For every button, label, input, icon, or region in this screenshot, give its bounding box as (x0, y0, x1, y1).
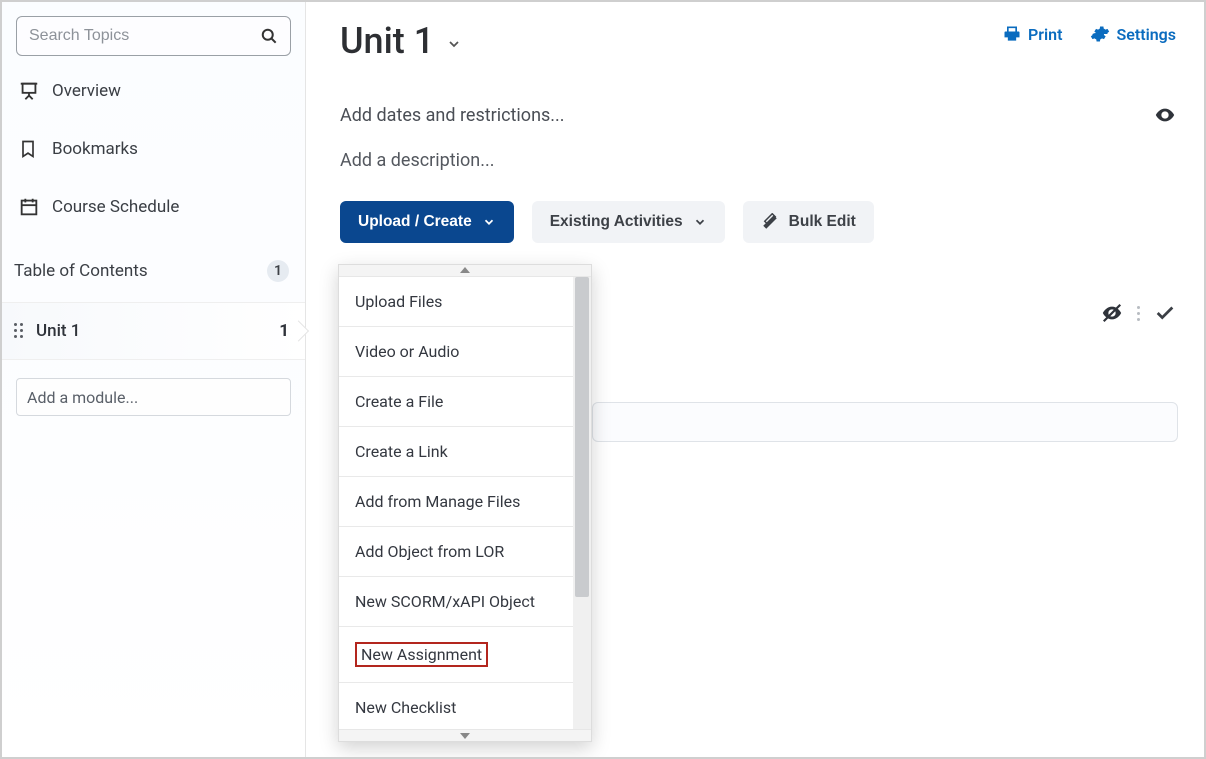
dropdown-item-manage-files[interactable]: Add from Manage Files (339, 477, 573, 527)
more-options-icon[interactable] (1137, 306, 1140, 321)
settings-label: Settings (1116, 25, 1176, 44)
settings-button[interactable]: Settings (1090, 24, 1176, 44)
unit-label: Unit 1 (36, 321, 80, 341)
search-icon (258, 26, 280, 46)
calendar-icon (18, 196, 52, 218)
bulk-edit-button[interactable]: Bulk Edit (743, 201, 874, 243)
sidebar: Overview Bookmarks Course Schedule Table… (2, 2, 306, 757)
search-input[interactable] (27, 26, 258, 46)
sidebar-item-overview[interactable]: Overview (2, 62, 305, 120)
existing-activities-label: Existing Activities (550, 213, 683, 231)
content-toolbar: Upload / Create Existing Activities Bulk… (340, 201, 1176, 243)
dropdown-item-upload-files[interactable]: Upload Files (339, 277, 573, 327)
search-box[interactable] (16, 16, 291, 56)
schedule-label: Course Schedule (52, 197, 179, 217)
highlight-box: New Assignment (355, 642, 488, 667)
toc-label: Table of Contents (14, 261, 148, 281)
dropdown-item-video-audio[interactable]: Video or Audio (339, 327, 573, 377)
dropdown-scrollbar[interactable] (573, 277, 591, 729)
scrollbar-thumb[interactable] (575, 277, 589, 597)
dropdown-item-lor[interactable]: Add Object from LOR (339, 527, 573, 577)
dropdown-item-create-link[interactable]: Create a Link (339, 427, 573, 477)
dropdown-item-create-file[interactable]: Create a File (339, 377, 573, 427)
add-module-placeholder: Add a module... (27, 388, 138, 407)
bulk-edit-icon (761, 213, 779, 231)
unit-count: 1 (279, 321, 289, 341)
chevron-down-icon (482, 215, 496, 229)
dropdown-scroll-up[interactable] (339, 265, 591, 277)
existing-activities-button[interactable]: Existing Activities (532, 201, 725, 243)
drag-handle-icon[interactable] (14, 323, 24, 339)
sidebar-item-unit1[interactable]: Unit 1 1 (2, 303, 305, 360)
dropdown-item-new-assignment[interactable]: New Assignment (339, 627, 573, 683)
gear-icon (1090, 24, 1110, 44)
sidebar-item-toc[interactable]: Table of Contents 1 (2, 240, 305, 303)
upload-create-label: Upload / Create (358, 213, 472, 231)
visibility-eye-icon[interactable] (1154, 104, 1176, 126)
add-dates-link[interactable]: Add dates and restrictions... (340, 105, 565, 126)
sidebar-item-schedule[interactable]: Course Schedule (2, 178, 305, 236)
upload-create-dropdown: Upload Files Video or Audio Create a Fil… (338, 264, 592, 742)
sidebar-item-bookmarks[interactable]: Bookmarks (2, 120, 305, 178)
app-frame: Overview Bookmarks Course Schedule Table… (0, 0, 1206, 759)
dropdown-scroll-down[interactable] (339, 729, 591, 741)
checkmark-icon[interactable] (1154, 302, 1176, 324)
printer-icon (1002, 24, 1022, 44)
add-module-input[interactable]: Add a module... (16, 378, 291, 416)
dropdown-item-new-checklist[interactable]: New Checklist (339, 683, 573, 729)
chevron-down-icon (693, 215, 707, 229)
hidden-eye-icon[interactable] (1101, 302, 1123, 324)
print-button[interactable]: Print (1002, 24, 1063, 44)
add-description-link[interactable]: Add a description... (340, 150, 494, 171)
dropdown-item-scorm[interactable]: New SCORM/xAPI Object (339, 577, 573, 627)
upload-create-button[interactable]: Upload / Create (340, 201, 514, 243)
toc-count-badge: 1 (267, 260, 289, 282)
print-label: Print (1028, 25, 1063, 44)
dropdown-list: Upload Files Video or Audio Create a Fil… (339, 277, 573, 729)
bookmarks-label: Bookmarks (52, 139, 138, 159)
page-title: Unit 1 (340, 20, 434, 62)
content-item-controls (1101, 302, 1176, 324)
bookmark-icon (18, 138, 52, 160)
overview-label: Overview (52, 81, 121, 101)
presentation-icon (18, 80, 52, 102)
bulk-edit-label: Bulk Edit (789, 213, 856, 231)
add-submodule-input[interactable] (592, 402, 1178, 442)
title-chevron-icon[interactable] (446, 36, 462, 52)
